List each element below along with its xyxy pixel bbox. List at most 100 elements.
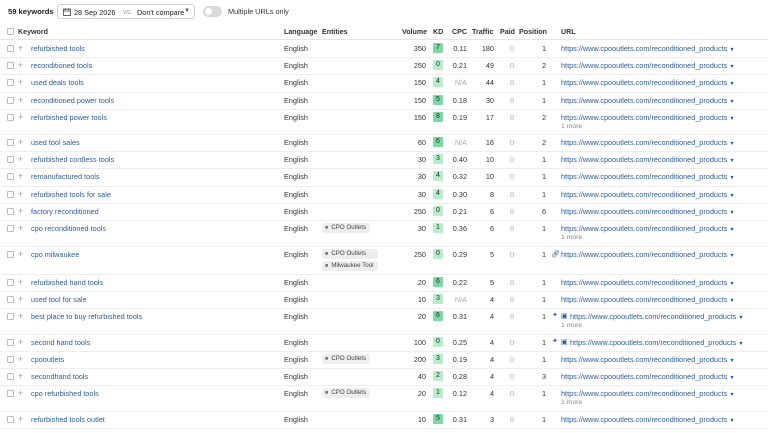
row-checkbox[interactable] xyxy=(7,208,14,215)
row-checkbox[interactable] xyxy=(7,296,14,303)
url-link[interactable]: https://www.cpooutlets.com/reconditioned… xyxy=(561,61,735,70)
chevron-down-icon[interactable]: ▼ xyxy=(729,64,734,70)
entity-chip[interactable]: ■ Milwaukee Tool xyxy=(322,261,378,271)
chevron-down-icon[interactable]: ▼ xyxy=(729,141,734,147)
url-link[interactable]: https://www.cpooutlets.com/reconditioned… xyxy=(561,44,735,53)
add-keyword-icon[interactable]: + xyxy=(18,250,23,259)
add-keyword-icon[interactable]: + xyxy=(18,355,23,364)
add-keyword-icon[interactable]: + xyxy=(18,155,23,164)
header-traffic[interactable]: Traffic xyxy=(472,28,493,36)
row-checkbox[interactable] xyxy=(7,356,14,363)
chevron-down-icon[interactable]: ▼ xyxy=(729,210,734,216)
header-paid[interactable]: Paid xyxy=(500,28,515,36)
row-checkbox[interactable] xyxy=(7,416,14,423)
url-link[interactable]: https://www.cpooutlets.com/reconditioned… xyxy=(561,372,735,381)
keyword-link[interactable]: cpo refurbished tools xyxy=(31,389,99,398)
header-kd[interactable]: KD xyxy=(433,28,443,36)
url-link[interactable]: https://www.cpooutlets.com/reconditioned… xyxy=(561,295,735,304)
url-link[interactable]: https://www.cpooutlets.com/reconditioned… xyxy=(561,172,735,181)
keyword-link[interactable]: refurbished tools for sale xyxy=(31,190,111,199)
add-keyword-icon[interactable]: + xyxy=(18,312,23,321)
chevron-down-icon[interactable]: ▼ xyxy=(729,175,734,181)
keyword-link[interactable]: used tool sales xyxy=(31,138,80,147)
url-link[interactable]: https://www.cpooutlets.com/reconditioned… xyxy=(561,190,735,199)
more-urls-link[interactable]: 1 more xyxy=(561,399,582,406)
keyword-link[interactable]: cpo milwaukee xyxy=(31,250,79,259)
add-keyword-icon[interactable]: + xyxy=(18,224,23,233)
keyword-link[interactable]: best place to buy refurbished tools xyxy=(31,312,142,321)
chevron-down-icon[interactable]: ▼ xyxy=(729,158,734,164)
chevron-down-icon[interactable]: ▼ xyxy=(729,193,734,199)
keyword-link[interactable]: reconditioned power tools xyxy=(31,96,114,105)
row-checkbox[interactable] xyxy=(7,373,14,380)
keyword-link[interactable]: reconditioned tools xyxy=(31,61,92,70)
add-keyword-icon[interactable]: + xyxy=(18,338,23,347)
chevron-down-icon[interactable]: ▼ xyxy=(729,418,734,424)
url-link[interactable]: https://www.cpooutlets.com/reconditioned… xyxy=(570,338,744,347)
select-all-checkbox[interactable] xyxy=(7,28,14,35)
add-keyword-icon[interactable]: + xyxy=(18,61,23,70)
add-keyword-icon[interactable]: + xyxy=(18,138,23,147)
url-link[interactable]: https://www.cpooutlets.com/reconditioned… xyxy=(561,415,735,424)
url-link[interactable]: https://www.cpooutlets.com/reconditioned… xyxy=(561,355,735,364)
more-urls-link[interactable]: 1 more xyxy=(561,123,582,130)
url-link[interactable]: https://www.cpooutlets.com/reconditioned… xyxy=(561,155,735,164)
chevron-down-icon[interactable]: ▼ xyxy=(729,392,734,398)
header-cpc[interactable]: CPC xyxy=(452,28,467,36)
row-checkbox[interactable] xyxy=(7,173,14,180)
url-link[interactable]: https://www.cpooutlets.com/reconditioned… xyxy=(561,224,735,233)
header-keyword[interactable]: Keyword xyxy=(18,28,48,36)
chevron-down-icon[interactable]: ▼ xyxy=(729,253,734,259)
url-link[interactable]: https://www.cpooutlets.com/reconditioned… xyxy=(561,138,735,147)
keyword-link[interactable]: secondhand tools xyxy=(31,372,88,381)
url-link[interactable]: https://www.cpooutlets.com/reconditioned… xyxy=(561,96,735,105)
keyword-link[interactable]: refurbished power tools xyxy=(31,113,107,122)
row-checkbox[interactable] xyxy=(7,79,14,86)
keyword-link[interactable]: second hand tools xyxy=(31,338,90,347)
add-keyword-icon[interactable]: + xyxy=(18,78,23,87)
row-checkbox[interactable] xyxy=(7,251,14,258)
row-checkbox[interactable] xyxy=(7,139,14,146)
chevron-down-icon[interactable]: ▼ xyxy=(729,281,734,287)
add-keyword-icon[interactable]: + xyxy=(18,278,23,287)
entity-chip[interactable]: ■ CPO Outlets xyxy=(322,388,371,398)
chevron-down-icon[interactable]: ▼ xyxy=(738,315,743,321)
add-keyword-icon[interactable]: + xyxy=(18,44,23,53)
add-keyword-icon[interactable]: + xyxy=(18,415,23,424)
keyword-link[interactable]: remanufactured tools xyxy=(31,172,100,181)
add-keyword-icon[interactable]: + xyxy=(18,172,23,181)
add-keyword-icon[interactable]: + xyxy=(18,372,23,381)
date-compare-dropdown[interactable]: 28 Sep 2026 vs. Don't compare ▼ xyxy=(57,4,195,19)
keyword-link[interactable]: refurbished cordless tools xyxy=(31,155,114,164)
header-volume[interactable]: Volume xyxy=(402,28,427,36)
header-position[interactable]: Position xyxy=(519,28,547,36)
chevron-down-icon[interactable]: ▼ xyxy=(729,375,734,381)
header-url[interactable]: URL xyxy=(561,28,576,36)
add-keyword-icon[interactable]: + xyxy=(18,96,23,105)
url-link[interactable]: https://www.cpooutlets.com/reconditioned… xyxy=(561,278,735,287)
url-link[interactable]: https://www.cpooutlets.com/reconditioned… xyxy=(561,207,735,216)
keyword-link[interactable]: used deals tools xyxy=(31,78,84,87)
row-checkbox[interactable] xyxy=(7,339,14,346)
multiple-urls-toggle[interactable] xyxy=(203,6,222,17)
row-checkbox[interactable] xyxy=(7,279,14,286)
keyword-link[interactable]: cpooutlets xyxy=(31,355,64,364)
url-link[interactable]: https://www.cpooutlets.com/reconditioned… xyxy=(570,312,744,321)
row-checkbox[interactable] xyxy=(7,97,14,104)
more-urls-link[interactable]: 1 more xyxy=(561,234,582,241)
row-checkbox[interactable] xyxy=(7,390,14,397)
chevron-down-icon[interactable]: ▼ xyxy=(729,81,734,87)
url-link[interactable]: https://www.cpooutlets.com/reconditioned… xyxy=(561,389,735,398)
entity-chip[interactable]: ■ CPO Outlets xyxy=(322,223,371,233)
keyword-link[interactable]: factory reconditioned xyxy=(31,207,99,216)
url-link[interactable]: https://www.cpooutlets.com/reconditioned… xyxy=(561,78,735,87)
row-checkbox[interactable] xyxy=(7,45,14,52)
row-checkbox[interactable] xyxy=(7,225,14,232)
row-checkbox[interactable] xyxy=(7,156,14,163)
url-link[interactable]: https://www.cpooutlets.com/reconditioned… xyxy=(561,113,735,122)
keyword-link[interactable]: cpo reconditioned tools xyxy=(31,224,106,233)
chevron-down-icon[interactable]: ▼ xyxy=(729,116,734,122)
url-link[interactable]: https://www.cpooutlets.com/reconditioned… xyxy=(561,250,735,259)
chevron-down-icon[interactable]: ▼ xyxy=(729,99,734,105)
add-keyword-icon[interactable]: + xyxy=(18,389,23,398)
